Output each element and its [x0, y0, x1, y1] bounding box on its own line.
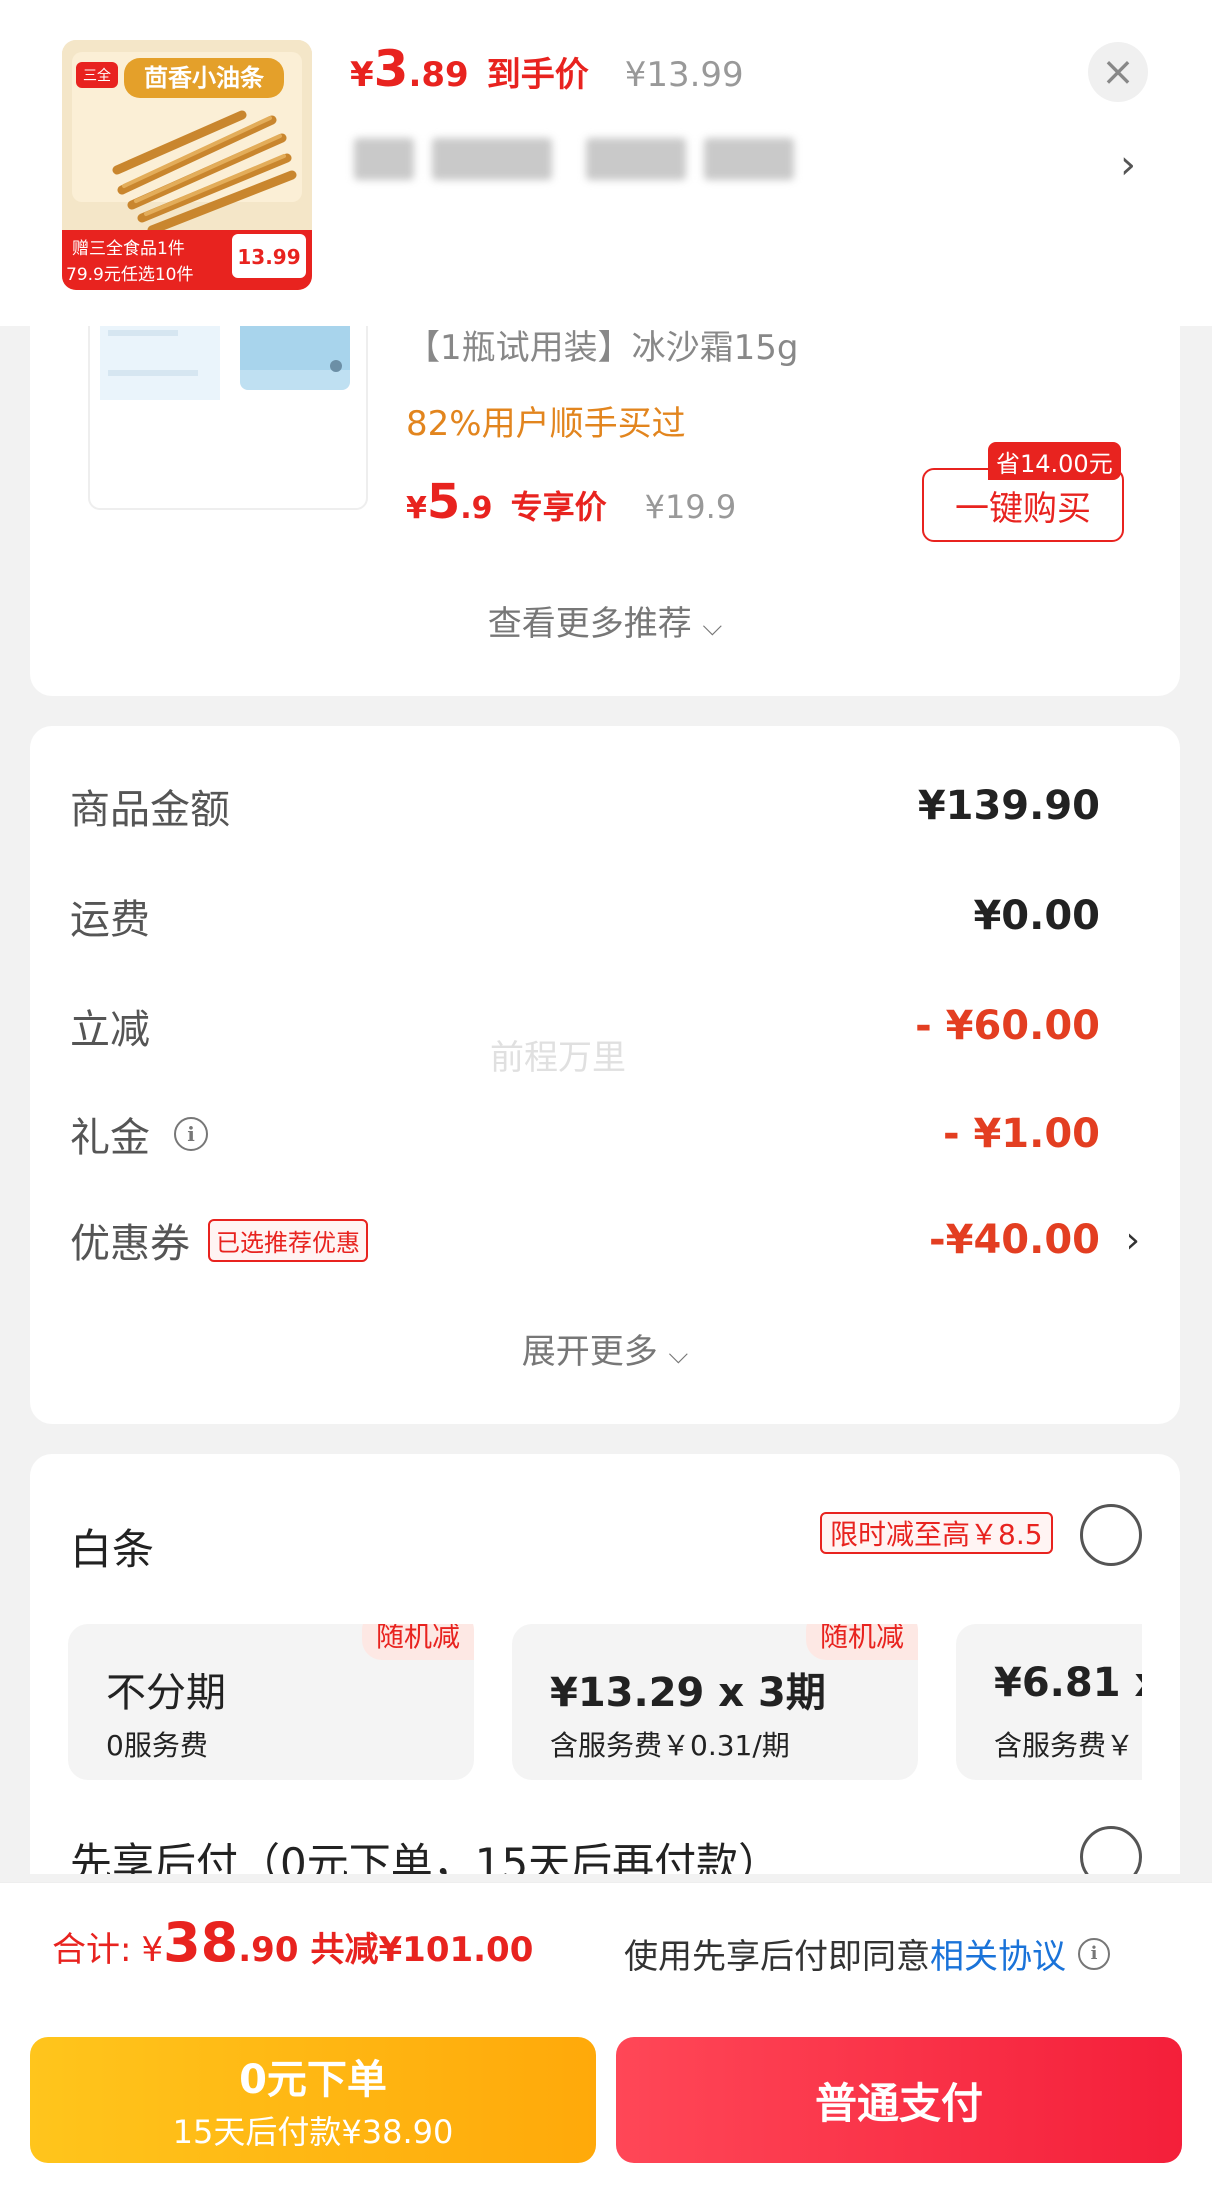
recommendation-image[interactable] — [88, 300, 368, 510]
summary-label: 运费 — [70, 897, 150, 943]
total-decimal: .90 — [238, 1930, 299, 1970]
price-decimal: .89 — [408, 55, 469, 95]
baitiao-label: 白条 — [70, 1525, 155, 1574]
watermark: 前程万里 — [490, 1038, 626, 1078]
chevron-down-icon: ⌵ — [702, 612, 723, 642]
summary-label: 优惠券 — [70, 1221, 190, 1267]
cream-product-image — [100, 300, 350, 400]
summary-value: - ¥1.00 — [942, 1111, 1100, 1157]
summary-row-coupon[interactable]: 优惠券 已选推荐优惠 -¥40.00 › — [70, 1210, 1140, 1270]
summary-row-goods: 商品金额 ¥139.90 — [70, 776, 1140, 836]
price-integer: 3 — [373, 40, 409, 98]
save-badge: 省14.00元 — [988, 442, 1121, 480]
thumb-price: 13.99 — [237, 245, 300, 269]
baitiao-radio[interactable] — [1080, 1504, 1142, 1566]
expand-more-link[interactable]: 展开更多 ⌵ — [30, 1324, 1180, 1373]
checkout-footer: 合计: ¥ 38 .90 共减¥101.00 使用先享后付即同意 相关协议 i … — [0, 1882, 1212, 2200]
zero-yuan-order-button[interactable]: 0元下单 15天后付款¥38.90 — [30, 2037, 596, 2163]
close-icon: × — [1101, 49, 1135, 95]
plan-fee: 含服务费￥ — [994, 1729, 1135, 1762]
summary-value: ¥139.90 — [917, 783, 1100, 829]
summary-value: - ¥60.00 — [915, 1003, 1100, 1049]
original-price: ¥13.99 — [624, 55, 744, 95]
total-integer: 38 — [163, 1911, 239, 1974]
recommendation-bought-rate: 82%用户顺手买过 — [406, 404, 686, 444]
thumb-product-name: 茴香小油条 — [144, 64, 265, 92]
zero-order-title: 0元下单 — [239, 2057, 387, 2103]
normal-pay-button[interactable]: 普通支付 — [616, 2037, 1182, 2163]
close-button[interactable]: × — [1088, 42, 1148, 102]
plan-fee: 含服务费￥0.31/期 — [550, 1729, 790, 1762]
installment-plan[interactable]: 随机减 ¥13.29 x 3期 含服务费￥0.31/期 — [512, 1624, 918, 1780]
pay-later-label: 先享后付（0元下单，15天后再付款） — [70, 1839, 781, 1874]
more-recommendations-label: 查看更多推荐 — [487, 604, 692, 644]
baitiao-discount-tag: 限时减至高￥8.5 — [820, 1512, 1053, 1554]
info-icon[interactable]: i — [1078, 1937, 1110, 1970]
plan-title: 不分期 — [106, 1670, 226, 1716]
plan-fee: 0服务费 — [106, 1729, 208, 1762]
summary-row-shipping: 运费 ¥0.00 — [70, 886, 1140, 946]
agreement-notice: 使用先享后付即同意 相关协议 i — [624, 1929, 1110, 1978]
coupon-selected-tag: 已选推荐优惠 — [208, 1218, 368, 1262]
total-symbol: ¥ — [141, 1930, 164, 1970]
summary-label: 礼金 — [70, 1115, 150, 1161]
random-discount-badge: 随机减 — [805, 1624, 918, 1660]
price-integer: 5 — [426, 474, 461, 530]
pay-later-radio[interactable] — [1080, 1826, 1142, 1874]
plan-title: ¥6.81 x — [994, 1660, 1142, 1706]
recommendation-price: ¥ 5 .9 专享价 ¥19.9 — [406, 474, 736, 530]
installment-plan[interactable]: 随机减 不分期 0服务费 — [68, 1624, 474, 1780]
chevron-right-icon[interactable]: › — [1120, 142, 1136, 188]
agreement-link[interactable]: 相关协议 — [930, 1929, 1066, 1978]
expand-more-label: 展开更多 — [521, 1332, 658, 1372]
random-discount-badge: 随机减 — [361, 1624, 474, 1660]
price-symbol: ¥ — [406, 491, 427, 526]
plan-title: ¥13.29 x 3期 — [550, 1670, 826, 1716]
payment-method-card: 白条 限时减至高￥8.5 随机减 不分期 0服务费 随机减 ¥13.29 x 3… — [30, 1454, 1180, 1874]
price-decimal: .9 — [460, 491, 493, 526]
header-price: ¥ 3 .89 到手价 ¥13.99 — [350, 40, 744, 100]
thumb-promo-line2: 79.9元任选10件 — [66, 265, 193, 285]
summary-label: 立减 — [70, 1007, 150, 1053]
summary-row-gift-money: 礼金 i - ¥1.00 — [70, 1104, 1140, 1164]
product-thumbnail[interactable]: 三全 茴香小油条 赠三全食品1件 79.9元任选10件 13.99 — [62, 40, 312, 290]
blurred-address[interactable] — [340, 128, 800, 188]
order-total: 合计: ¥ 38 .90 共减¥101.00 — [52, 1911, 533, 1974]
recommendation-card: 【1瓶试用装】冰沙霜15g 82%用户顺手买过 ¥ 5 .9 专享价 ¥19.9… — [30, 300, 1180, 696]
summary-label: 商品金额 — [70, 787, 230, 833]
price-symbol: ¥ — [350, 55, 374, 95]
total-label: 合计: — [52, 1930, 132, 1970]
price-tag: 专享价 — [510, 488, 607, 526]
info-icon[interactable]: i — [174, 1117, 208, 1151]
chevron-right-icon[interactable]: › — [1126, 1220, 1140, 1261]
zero-order-subtitle: 15天后付款¥38.90 — [172, 2113, 454, 2151]
summary-value: ¥0.00 — [973, 893, 1100, 939]
price-tag: 到手价 — [486, 55, 589, 95]
agreement-text: 使用先享后付即同意 — [624, 1937, 930, 1977]
chevron-down-icon: ⌵ — [668, 1340, 689, 1370]
thumb-promo-line1: 赠三全食品1件 — [72, 239, 185, 259]
thumb-brand: 三全 — [83, 67, 111, 84]
original-price: ¥19.9 — [644, 488, 737, 526]
installment-plan[interactable]: ¥6.81 x 含服务费￥ — [956, 1624, 1142, 1780]
recommendation-title: 【1瓶试用装】冰沙霜15g — [406, 328, 799, 368]
product-header: 三全 茴香小油条 赠三全食品1件 79.9元任选10件 13.99 ¥ 3 .8… — [0, 0, 1212, 326]
product-image: 三全 茴香小油条 赠三全食品1件 79.9元任选10件 13.99 — [62, 40, 312, 290]
total-saved: 共减¥101.00 — [310, 1930, 534, 1970]
summary-value: -¥40.00 — [929, 1217, 1100, 1263]
installment-plans: 随机减 不分期 0服务费 随机减 ¥13.29 x 3期 含服务费￥0.31/期… — [68, 1624, 1142, 1784]
more-recommendations-link[interactable]: 查看更多推荐 ⌵ — [30, 596, 1180, 645]
